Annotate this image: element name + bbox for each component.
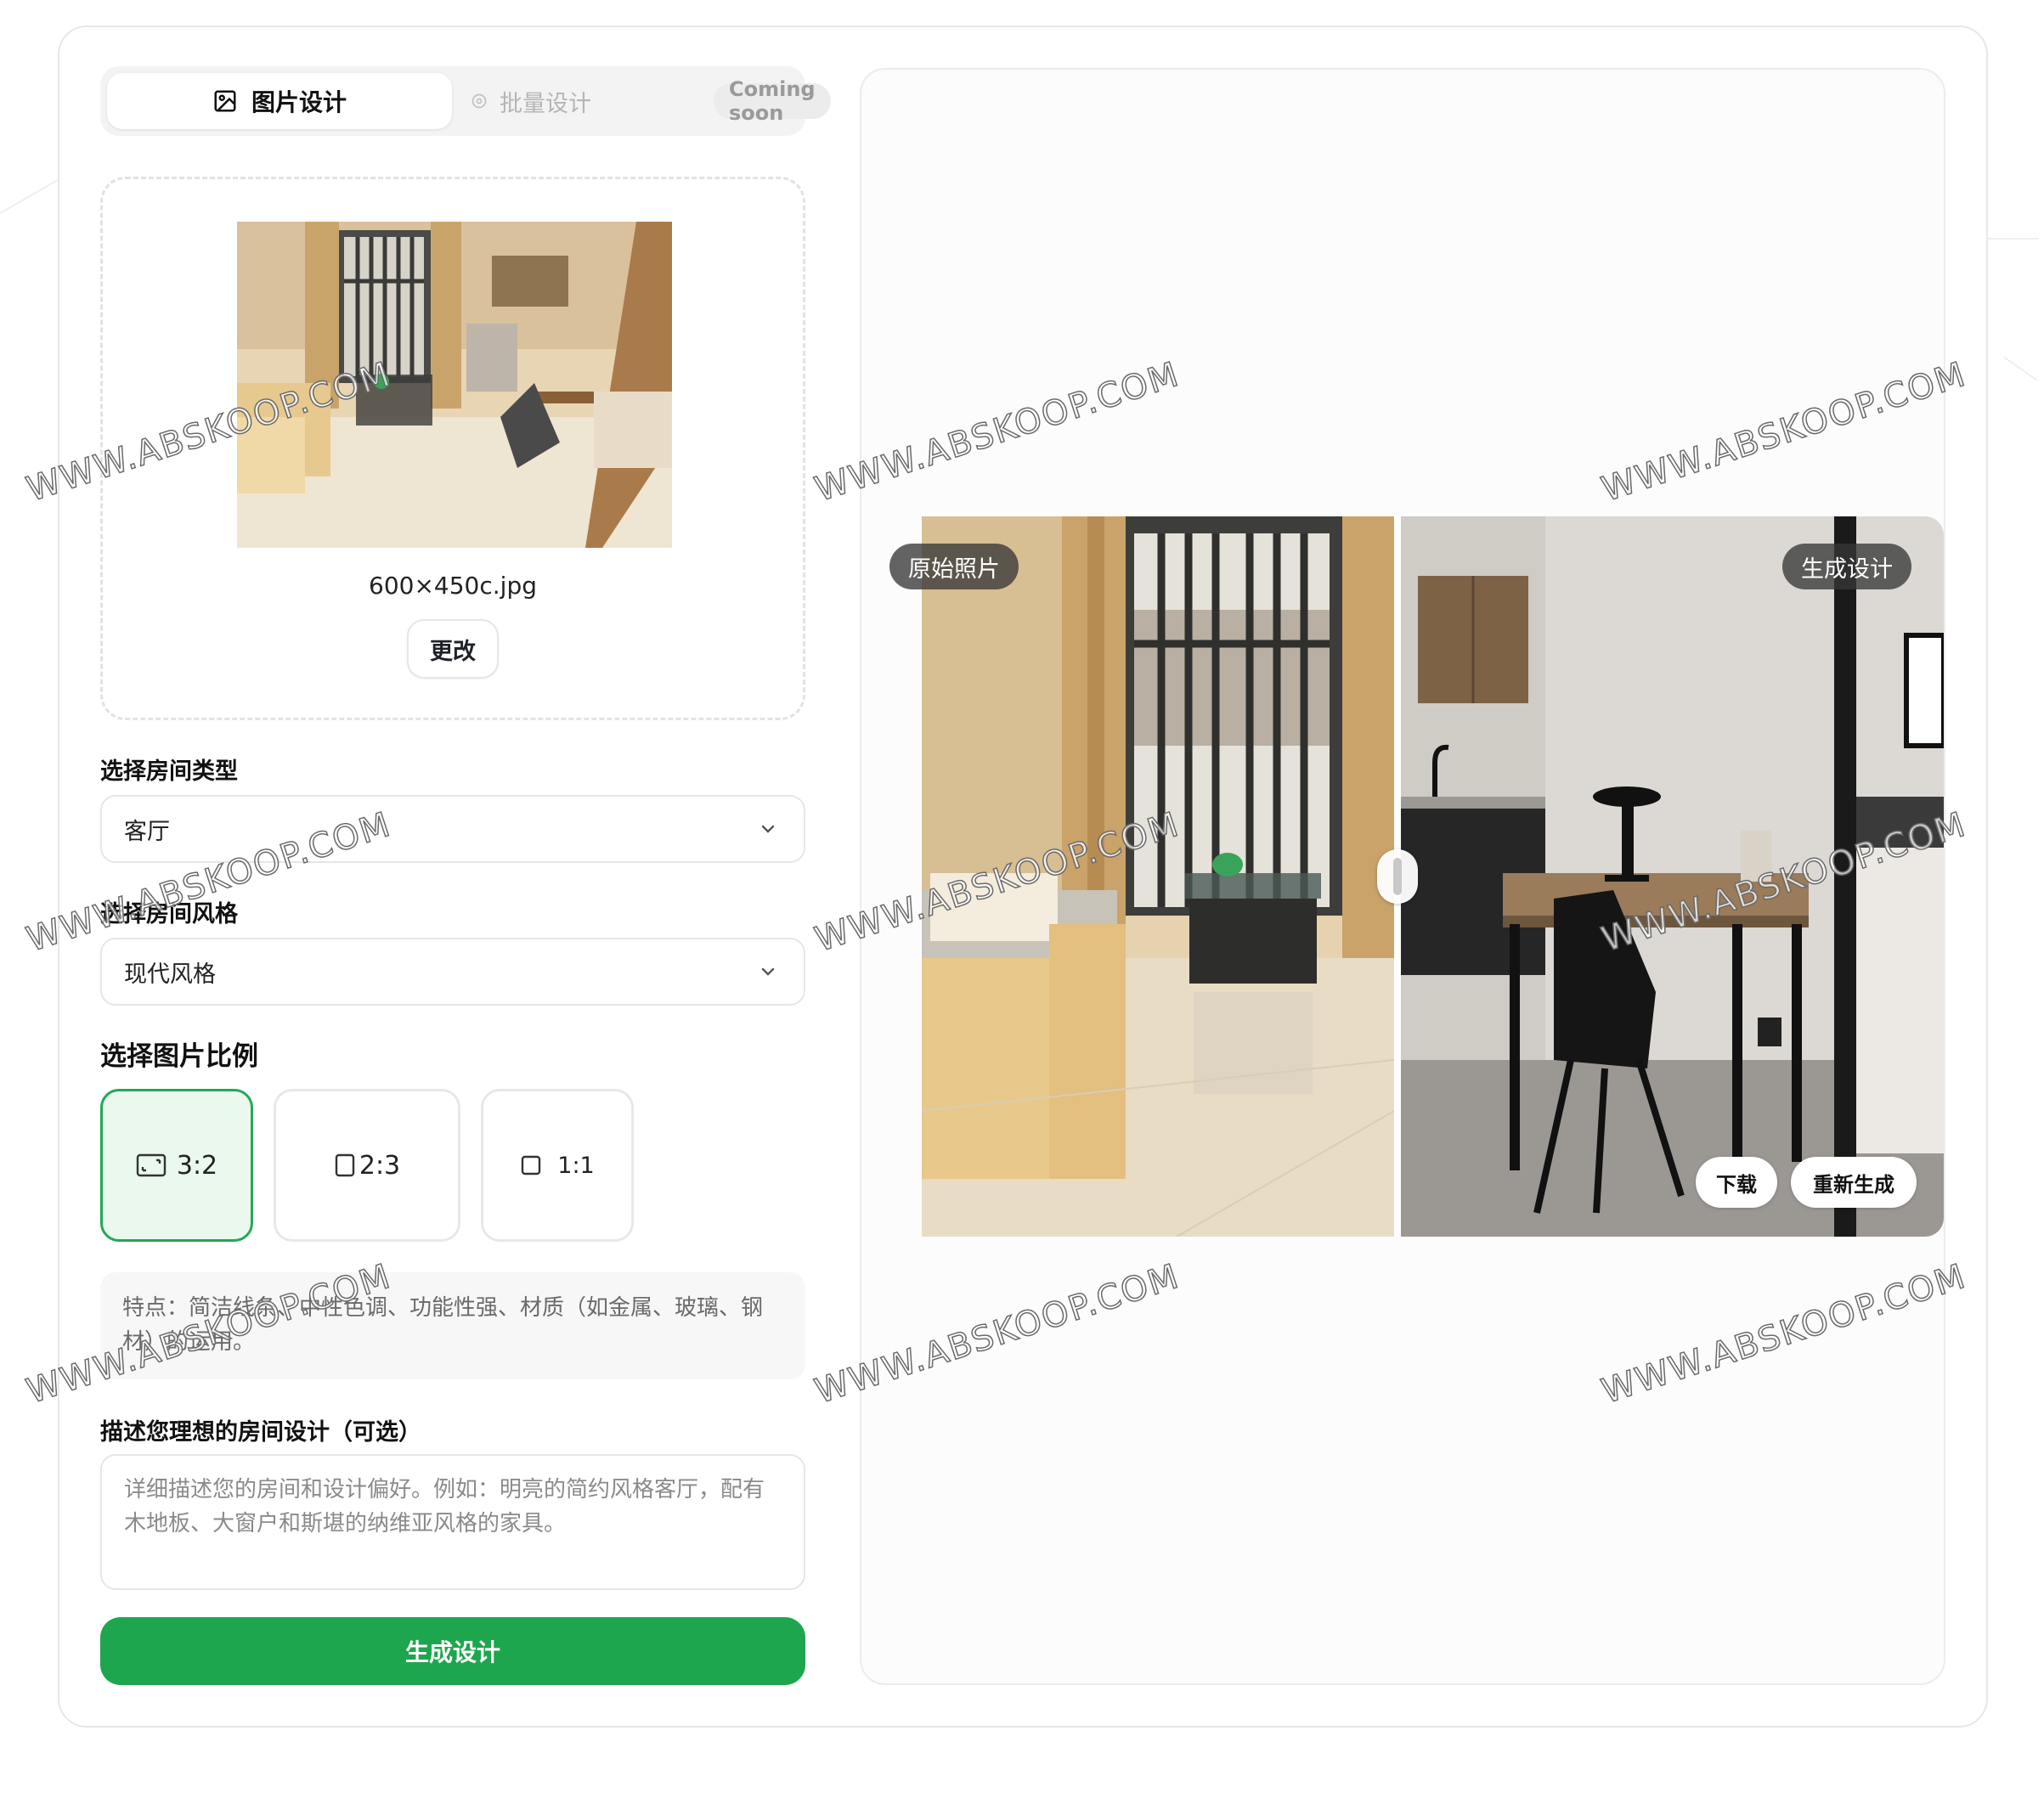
chevron-down-icon — [761, 967, 775, 976]
tab-image-design[interactable]: 图片设计 — [107, 73, 452, 129]
generated-design-image — [1401, 516, 1944, 1237]
download-button[interactable]: 下载 — [1696, 1157, 1777, 1208]
page: 图片设计 批量设计 Coming soon 600×450c.jpg 更改 选择… — [0, 0, 2044, 1804]
ratio-option-3-2[interactable]: 3:2 — [100, 1089, 253, 1242]
room-type-select[interactable]: 客厅 — [100, 795, 805, 863]
before-after-comparison[interactable] — [922, 516, 1944, 1237]
mode-tabs: 图片设计 批量设计 Coming soon — [100, 66, 831, 136]
background-line — [1988, 238, 2039, 240]
image-upload-area[interactable]: 600×450c.jpg 更改 — [100, 177, 805, 720]
ratio-option-2-3[interactable]: 2:3 — [274, 1089, 460, 1242]
room-style-select[interactable]: 现代风格 — [100, 938, 805, 1006]
generated-design-label: 生成设计 — [1782, 544, 1911, 589]
tab-image-design-label: 图片设计 — [251, 88, 347, 116]
plus-circle-icon — [471, 93, 487, 109]
original-photo-label: 原始照片 — [889, 544, 1019, 589]
style-description: 特点：简洁线条、中性色调、功能性强、材质（如金属、玻璃、钢材）的运用。 — [100, 1272, 805, 1379]
room-style-label: 选择房间风格 — [100, 901, 238, 927]
prompt-textarea[interactable] — [100, 1454, 805, 1590]
room-type-label: 选择房间类型 — [100, 758, 238, 785]
square-ratio-icon — [522, 1155, 541, 1175]
ratio-option-1-1[interactable]: 1:1 — [481, 1089, 634, 1242]
tab-batch-design[interactable]: 批量设计 — [471, 73, 591, 129]
prompt-label: 描述您理想的房间设计（可选） — [100, 1419, 421, 1446]
room-type-value: 客厅 — [124, 818, 170, 845]
uploaded-photo-thumbnail — [237, 222, 672, 548]
original-photo — [922, 516, 1394, 1237]
ratio-label: 3:2 — [176, 1150, 218, 1181]
image-icon — [214, 90, 236, 112]
regenerate-button[interactable]: 重新生成 — [1791, 1157, 1917, 1208]
tab-batch-design-label: 批量设计 — [500, 90, 591, 117]
portrait-ratio-icon — [335, 1153, 355, 1177]
background-line — [2003, 357, 2037, 381]
chevron-down-icon — [761, 825, 775, 833]
uploaded-file-name: 600×450c.jpg — [369, 572, 537, 600]
generate-design-button[interactable]: 生成设计 — [100, 1617, 805, 1685]
ratio-title: 选择图片比例 — [100, 1041, 258, 1072]
landscape-ratio-icon — [136, 1153, 167, 1177]
ratio-label: 2:3 — [359, 1150, 401, 1181]
coming-soon-badge: Coming soon — [714, 77, 831, 125]
ratio-label: 1:1 — [557, 1152, 595, 1179]
change-image-button[interactable]: 更改 — [407, 619, 499, 679]
room-style-value: 现代风格 — [124, 961, 216, 988]
comparison-slider-handle[interactable] — [1377, 849, 1418, 904]
